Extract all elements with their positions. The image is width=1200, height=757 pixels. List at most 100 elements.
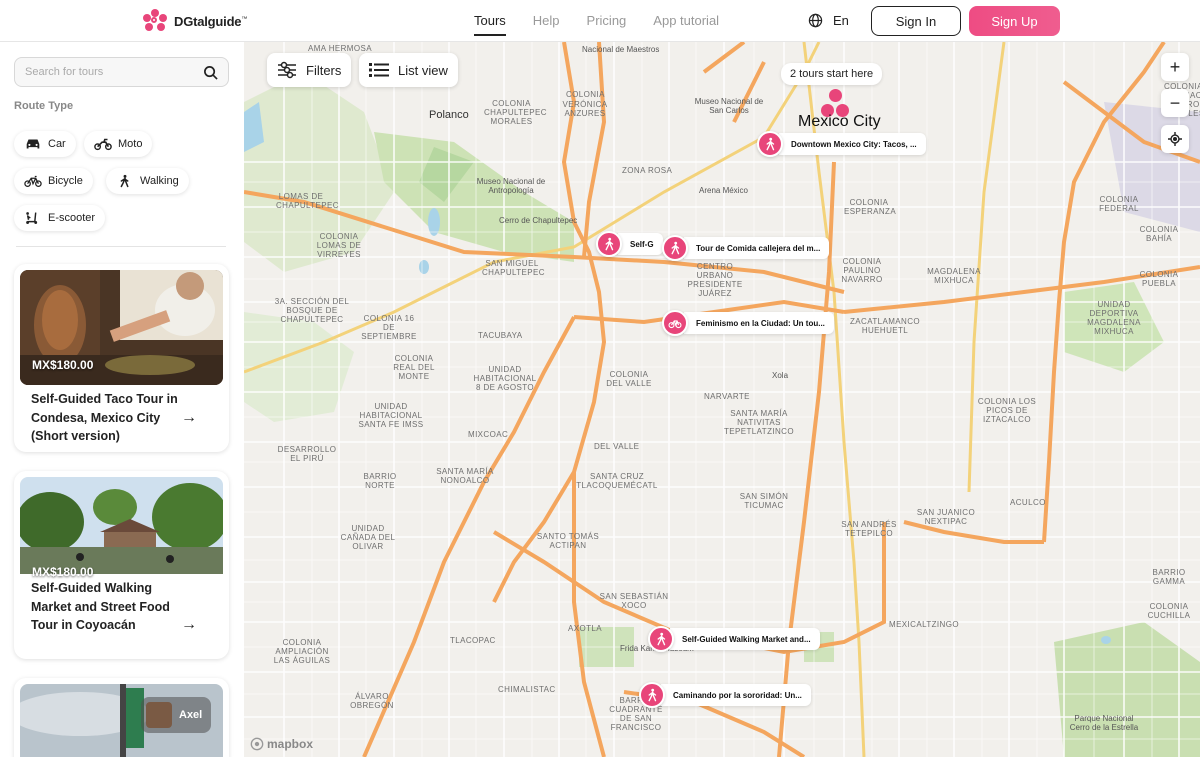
route-type-heading: Route Type [14,100,74,112]
arrow-right-icon[interactable]: → [181,616,197,634]
tour-marker-label: Feminismo en la Ciudad: Un tou... [684,312,834,334]
map-label: BARRIO GAMMA [1152,568,1186,586]
search-box [14,57,229,87]
zoom-in-button[interactable]: + [1161,53,1189,81]
map-label: COLONIA ESPERANZA [844,198,897,216]
map-label: TLACOPAC [450,636,496,645]
filters-button[interactable]: Filters [267,53,352,87]
tour-marker[interactable]: Downtown Mexico City: Tacos, ... [757,131,926,157]
map-label: COLONIA CHAPULTEPEC MORALES [484,99,547,126]
filter-icon [278,61,296,79]
locate-button[interactable] [1161,125,1189,153]
mapbox-label: mapbox [267,737,314,751]
route-type-bicycle[interactable]: Bicycle [14,168,93,194]
car-icon [26,139,40,149]
map-label: Museo Nacional de Antropología [476,177,546,195]
sign-in-button[interactable]: Sign In [871,6,961,36]
tour-card[interactable]: MX$180.00 Self-Guided Taco Tour in Conde… [14,264,229,452]
route-type-walking[interactable]: Walking [106,168,189,194]
sign-up-button[interactable]: Sign Up [969,6,1060,36]
arrow-right-icon[interactable]: → [181,409,197,427]
route-type-label: E-scooter [48,212,96,224]
search-icon[interactable] [203,65,218,80]
sidebar-divider [16,246,226,247]
e-scooter-icon [26,212,38,224]
route-type-moto[interactable]: Moto [84,131,153,157]
filters-label: Filters [306,62,342,78]
logo-flower-icon [142,9,168,33]
tour-marker-label: Caminando por la sororidad: Un... [661,684,811,706]
map-label: UNIDAD HABITACIONAL 8 DE AGOSTO [473,365,537,392]
nav-pricing[interactable]: Pricing [587,13,627,36]
map-label: SAN JUANICO NEXTIPAC [916,508,976,526]
map-label: ÁLVARO OBREGÓN [350,692,394,710]
map[interactable]: AMA HERMOSA Nacional de Maestros COLONIA… [244,42,1200,757]
nav-tours[interactable]: Tours [474,13,506,36]
map-label: COLONIA CUCHILLA [1147,602,1191,620]
map-label: Cerro de Chapultepec [499,216,578,225]
map-label: COLONIA 16 DE SEPTIEMBRE [361,314,417,341]
locate-icon [1168,132,1182,146]
top-navbar: DGtalguide™ Tours Help Pricing App tutor… [0,0,1200,42]
map-label: SAN SIMÓN TICUMAC [739,492,789,510]
tour-card[interactable]: Axel [14,678,229,757]
tour-card-image: Axel [20,684,223,757]
tour-price: MX$180.00 [32,358,94,372]
nav-help[interactable]: Help [533,13,560,36]
bicycle-icon [668,320,682,329]
tour-marker[interactable]: Feminismo en la Ciudad: Un tou... [662,310,834,336]
map-label: Polanco [429,109,469,121]
tour-marker-label: Downtown Mexico City: Tacos, ... [779,133,926,155]
map-label: COLONIA AMPLIACIÓN LAS ÁGUILAS [273,638,331,665]
cluster-tooltip: 2 tours start here [781,63,883,85]
logo[interactable]: DGtalguide™ [142,9,247,33]
map-label: LOMAS DE CHAPULTEPEC [276,192,339,210]
tour-marker[interactable]: Caminando por la sororidad: Un... [639,682,811,708]
tour-marker[interactable]: Self-Guided Walking Market and... [648,626,820,652]
map-label: SAN MIGUEL CHAPULTEPEC [482,259,545,277]
map-label: COLONIA BAHÍA [1139,225,1179,243]
walking-icon [605,237,614,251]
walking-icon [671,241,680,255]
motorcycle-icon [94,138,112,151]
globe-icon [808,13,823,28]
zoom-out-button[interactable]: − [1161,89,1189,117]
route-type-label: Moto [118,138,143,150]
map-label: NARVARTE [704,392,750,401]
nav-app-tutorial[interactable]: App tutorial [653,13,719,36]
list-view-label: List view [398,62,448,78]
map-label: 3A. SECCIÓN DEL BOSQUE DE CHAPULTEPEC [274,297,350,324]
cluster-marker[interactable] [829,89,842,102]
route-type-car[interactable]: Car [14,131,76,157]
map-label: UNIDAD DEPORTIVA MAGDALENA MIXHUCA [1087,300,1141,336]
route-type-label: Bicycle [48,175,83,187]
tour-card-image: MX$180.00 [20,477,223,592]
search-input[interactable] [25,66,203,78]
map-label: SANTA MARÍA NATIVITAS TEPETLATZINCO [724,409,794,436]
sidebar: Route Type Car Moto Bicycle Walking E-sc… [0,42,244,757]
map-label: SANTA CRUZ TLACOQUEMÉCATL [576,472,658,490]
route-type-e-scooter[interactable]: E-scooter [14,205,106,231]
map-label: UNIDAD HABITACIONAL SANTA FE IMSS [358,402,424,429]
map-label: MEXICALTZINGO [889,620,959,629]
tour-card[interactable]: MX$180.00 Self-Guided Walking Market and… [14,471,229,659]
map-label: DEL VALLE [594,442,640,451]
route-type-label: Car [48,138,66,150]
map-label: BARRIO NORTE [363,472,397,490]
map-label: COLONIA [566,90,605,99]
bicycle-icon [24,175,42,188]
list-view-button[interactable]: List view [359,53,458,87]
guide-name: Axel [179,709,203,721]
tour-marker[interactable]: Tour de Comida callejera del m... [662,235,830,261]
language-selector[interactable]: En [808,13,849,28]
tour-marker[interactable]: Self-G [596,231,663,257]
map-label: Nacional de Maestros [582,45,660,54]
tour-marker-label: Self-G [618,233,663,255]
tour-marker-label: Tour de Comida callejera del m... [684,237,830,259]
walking-icon [657,632,666,646]
guide-badge: Axel [141,697,211,733]
route-type-label: Walking [140,175,179,187]
mapbox-attribution[interactable]: mapbox [250,737,313,751]
walking-icon [766,137,775,151]
map-label: COLONIA LOS PICOS DE IZTACALCO [977,397,1037,424]
